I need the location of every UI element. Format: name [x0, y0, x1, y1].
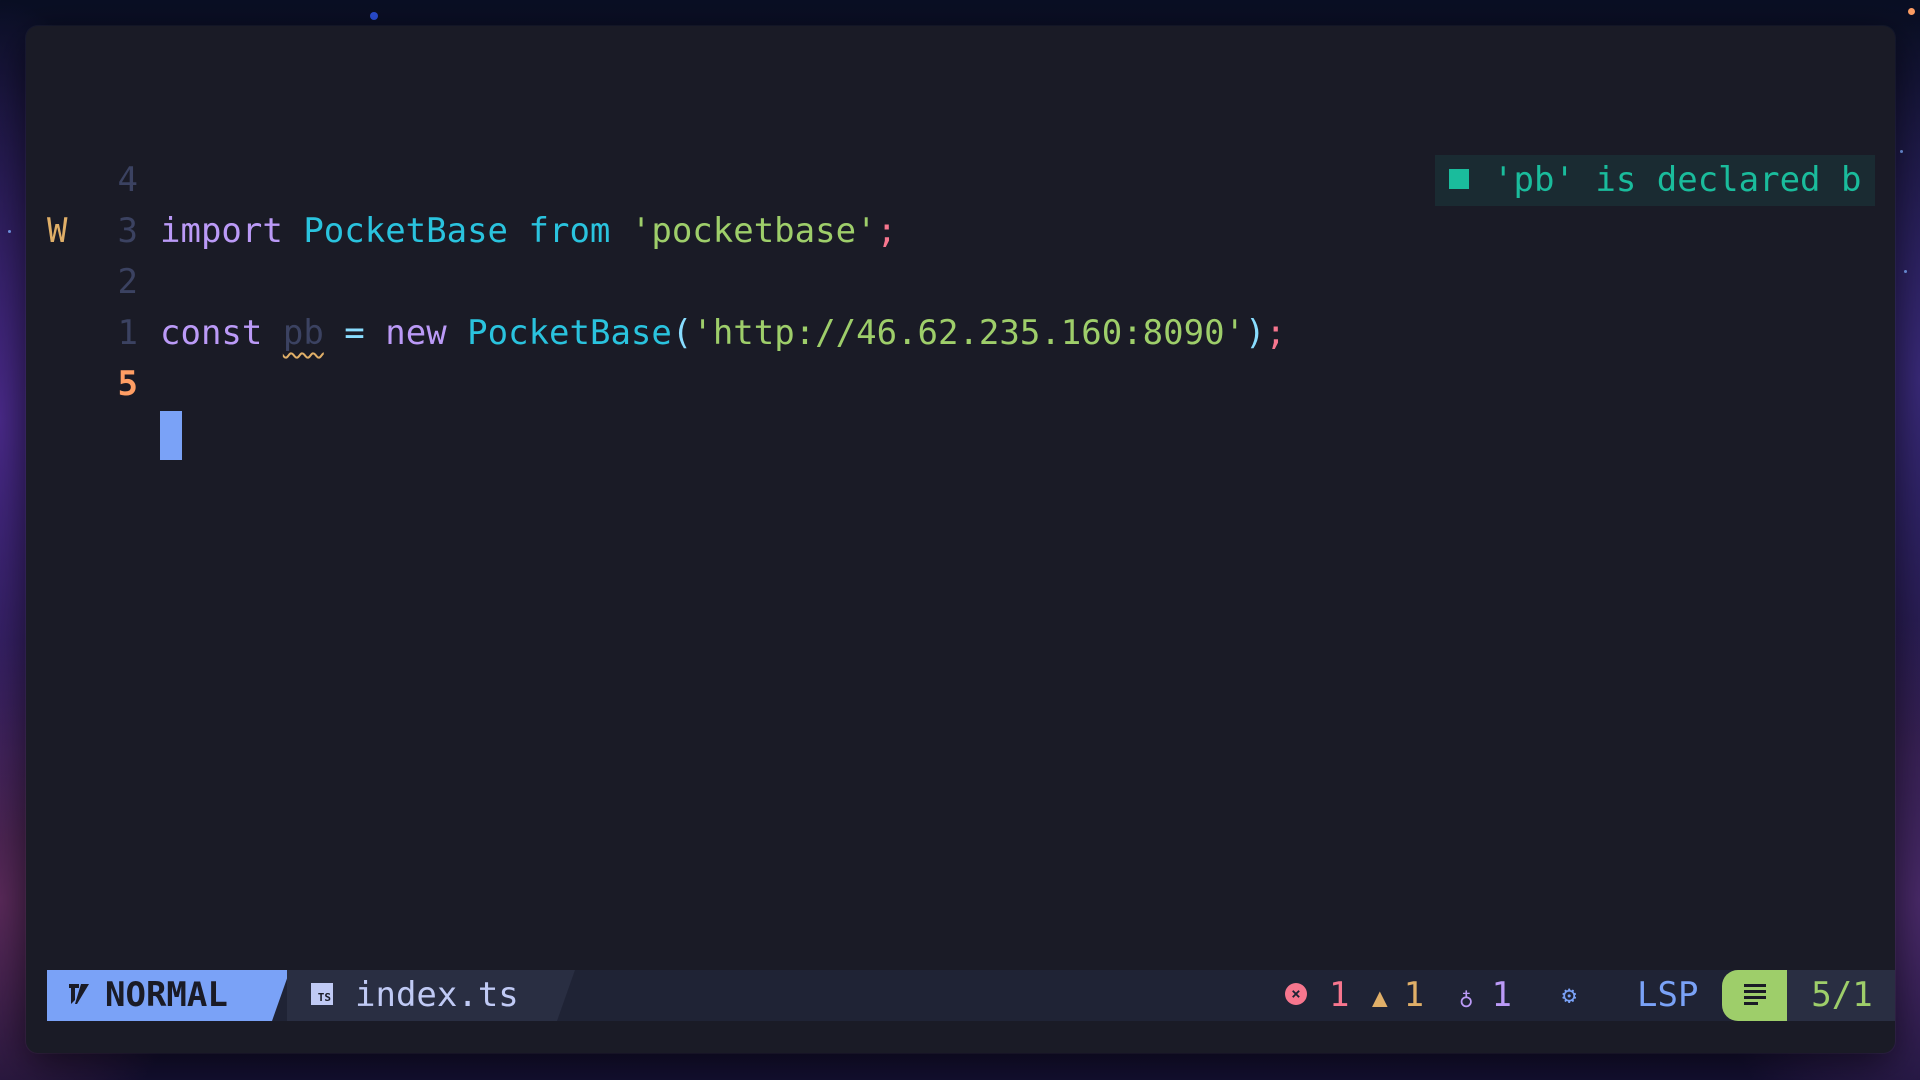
lsp-status[interactable]: LSP: [1637, 970, 1698, 1021]
warning-count[interactable]: ▲ 1: [1372, 970, 1424, 1021]
code-token: new: [385, 313, 447, 353]
error-count[interactable]: × 1: [1285, 970, 1349, 1021]
code-line-1[interactable]: 4 import PocketBase from 'pocketbase';: [26, 53, 1895, 251]
error-count-value: 1: [1329, 975, 1350, 1015]
wallpaper-star: [1900, 150, 1903, 153]
align-left-icon: [1743, 983, 1766, 1005]
code-line-4[interactable]: 1: [26, 206, 1895, 353]
filename-label: index.ts: [355, 975, 519, 1015]
terminal-window[interactable]: 4 import PocketBase from 'pocketbase'; 3…: [26, 26, 1895, 1053]
warning-count-value: 1: [1403, 975, 1425, 1015]
file-separator: [557, 970, 575, 1021]
statusline: NORMAL TS index.ts × 1 ▲ 1 ♁ 1 ⚙ LSP 5/1: [47, 970, 1895, 1021]
wallpaper-star: [370, 12, 378, 20]
hint-count[interactable]: ♁ 1: [1459, 970, 1512, 1021]
code-token: ;: [1265, 313, 1286, 353]
wallpaper-star: [1904, 270, 1907, 273]
gears-icon: ⚙: [1562, 981, 1577, 1009]
code-token: (: [671, 313, 693, 353]
cursor-position: 5/1: [1787, 970, 1895, 1021]
file-format-segment: [1722, 970, 1787, 1021]
code-token: 'http://46.62.235.160:8090': [692, 313, 1246, 353]
text-cursor: [160, 411, 182, 460]
diagnostic-text: 'pb' is declared b: [1493, 160, 1862, 200]
code-line-5[interactable]: 5: [26, 257, 1895, 460]
mode-label: NORMAL: [105, 975, 228, 1015]
unused-variable: pb: [282, 313, 324, 353]
file-segment[interactable]: TS index.ts: [287, 970, 557, 1021]
typescript-file-icon: TS: [311, 982, 333, 1005]
editor-pane[interactable]: 4 import PocketBase from 'pocketbase'; 3…: [26, 53, 1895, 973]
current-line-number: 5: [117, 364, 138, 404]
line-code[interactable]: [160, 410, 182, 461]
hint-count-value: 1: [1491, 975, 1512, 1015]
code-line-3[interactable]: W 2 const pb = new PocketBase('http://46…: [26, 155, 1895, 353]
lightbulb-icon: ♁: [1459, 984, 1474, 1012]
error-icon: ×: [1285, 982, 1307, 1005]
code-token: PocketBase: [467, 313, 672, 353]
warning-icon: ▲: [1372, 983, 1388, 1013]
code-token: ): [1245, 313, 1266, 353]
mode-indicator: NORMAL: [47, 970, 272, 1021]
wallpaper-star: [1908, 8, 1915, 15]
code-line-2[interactable]: 3: [26, 104, 1895, 251]
vim-logo-icon: [69, 983, 89, 1004]
inline-diagnostic: 'pb' is declared b: [1435, 155, 1875, 206]
diagnostic-square-icon: [1449, 168, 1469, 189]
wallpaper-star: [8, 230, 11, 233]
code-token: =: [344, 313, 365, 353]
code-token: const: [160, 313, 263, 353]
line-code[interactable]: const pb = new PocketBase('http://46.62.…: [160, 308, 1286, 359]
